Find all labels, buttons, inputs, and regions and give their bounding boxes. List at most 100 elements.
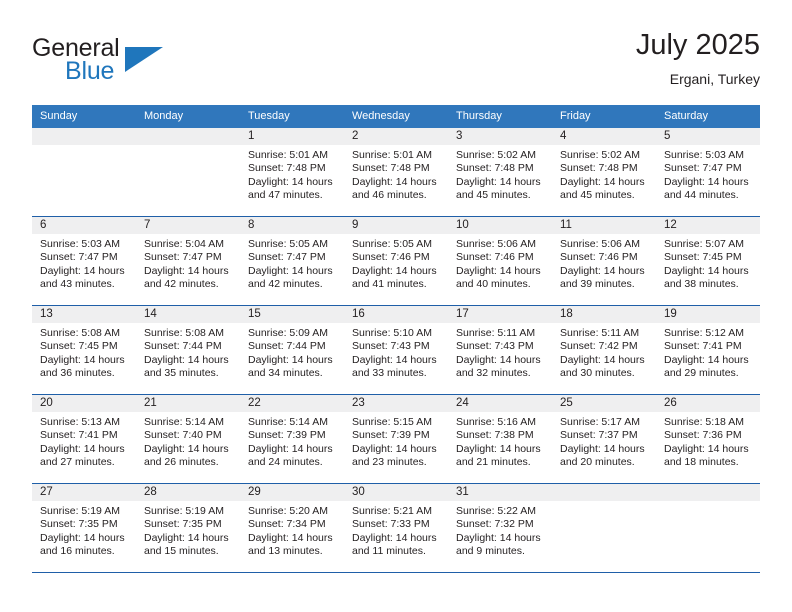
daylight-text-line1: Daylight: 14 hours — [248, 442, 333, 455]
weekday-header-sunday: Sunday — [32, 105, 136, 128]
daylight-text-line2: and 32 minutes. — [456, 367, 531, 380]
calendar-day-cell[interactable]: 30 Sunrise: 5:21 AM Sunset: 7:33 PM Dayligh… — [344, 483, 448, 572]
sunrise-text: Sunrise: 5:07 AM — [664, 238, 744, 250]
sunrise-text: Sunrise: 5:17 AM — [560, 416, 640, 428]
calendar-day-cell[interactable]: 16 Sunrise: 5:10 AM Sunset: 7:43 PM Dayligh… — [344, 305, 448, 395]
calendar-day-cell[interactable]: 2 Sunrise: 5:01 AM Sunset: 7:48 PM Daylight… — [344, 128, 448, 217]
day-details: Sunrise: 5:19 AM Sunset: 7:35 PM Daylight:… — [136, 501, 240, 559]
weekday-header-friday: Friday — [552, 105, 656, 128]
sunset-text: Sunset: 7:43 PM — [456, 340, 534, 353]
calendar-week-row: 1 Sunrise: 5:01 AM Sunset: 7:48 PM Daylight… — [32, 128, 760, 217]
calendar-day-cell[interactable]: 23 Sunrise: 5:15 AM Sunset: 7:39 PM Dayligh… — [344, 394, 448, 484]
sunrise-text: Sunrise: 5:06 AM — [456, 238, 536, 250]
calendar-day-cell[interactable]: 31 Sunrise: 5:22 AM Sunset: 7:32 PM Dayligh… — [448, 483, 552, 572]
daylight-text-line2: and 41 minutes. — [352, 278, 427, 291]
calendar-day-cell[interactable]: 26 Sunrise: 5:18 AM Sunset: 7:36 PM Dayligh… — [656, 394, 760, 484]
calendar-day-cell[interactable]: 5 Sunrise: 5:03 AM Sunset: 7:47 PM Daylight… — [656, 128, 760, 217]
daylight-text-line1: Daylight: 14 hours — [456, 264, 541, 277]
calendar-day-cell[interactable]: 12 Sunrise: 5:07 AM Sunset: 7:45 PM Dayligh… — [656, 216, 760, 306]
triangle-icon — [125, 47, 163, 72]
calendar-day-cell[interactable]: 3 Sunrise: 5:02 AM Sunset: 7:48 PM Daylight… — [448, 128, 552, 217]
calendar-day-cell[interactable]: 15 Sunrise: 5:09 AM Sunset: 7:44 PM Dayligh… — [240, 305, 344, 395]
calendar-day-cell[interactable]: 25 Sunrise: 5:17 AM Sunset: 7:37 PM Dayligh… — [552, 394, 656, 484]
daylight-text-line2: and 38 minutes. — [664, 278, 739, 291]
day-details: Sunrise: 5:21 AM Sunset: 7:33 PM Daylight:… — [344, 501, 448, 559]
calendar-day-cell[interactable]: 18 Sunrise: 5:11 AM Sunset: 7:42 PM Dayligh… — [552, 305, 656, 395]
calendar-day-cell[interactable]: 19 Sunrise: 5:12 AM Sunset: 7:41 PM Dayligh… — [656, 305, 760, 395]
calendar-day-cell[interactable]: 14 Sunrise: 5:08 AM Sunset: 7:44 PM Dayligh… — [136, 305, 240, 395]
daylight-text-line1: Daylight: 14 hours — [352, 442, 437, 455]
sunrise-text: Sunrise: 5:02 AM — [456, 149, 536, 161]
calendar-day-cell[interactable]: 29 Sunrise: 5:20 AM Sunset: 7:34 PM Dayligh… — [240, 483, 344, 572]
day-details: Sunrise: 5:14 AM Sunset: 7:39 PM Daylight:… — [240, 412, 344, 470]
calendar-day-cell[interactable]: 24 Sunrise: 5:16 AM Sunset: 7:38 PM Dayligh… — [448, 394, 552, 484]
calendar-page: General Blue July 2025 Ergani, Turkey Su… — [0, 0, 792, 612]
day-number: 12 — [656, 217, 760, 234]
day-number: 29 — [240, 484, 344, 501]
calendar-day-cell[interactable]: 28 Sunrise: 5:19 AM Sunset: 7:35 PM Dayligh… — [136, 483, 240, 572]
daylight-text-line1: Daylight: 14 hours — [560, 175, 645, 188]
weekday-header-tuesday: Tuesday — [240, 105, 344, 128]
day-number: 13 — [32, 306, 136, 323]
daylight-text-line2: and 36 minutes. — [40, 367, 115, 380]
sunrise-text: Sunrise: 5:08 AM — [144, 327, 224, 339]
day-number — [656, 484, 760, 501]
daylight-text-line2: and 15 minutes. — [144, 545, 219, 558]
calendar-day-cell[interactable]: 9 Sunrise: 5:05 AM Sunset: 7:46 PM Daylight… — [344, 216, 448, 306]
sunrise-text: Sunrise: 5:14 AM — [248, 416, 328, 428]
calendar-day-cell[interactable]: 6 Sunrise: 5:03 AM Sunset: 7:47 PM Daylight… — [32, 216, 136, 306]
weekday-header-thursday: Thursday — [448, 105, 552, 128]
day-details: Sunrise: 5:11 AM Sunset: 7:43 PM Daylight:… — [448, 323, 552, 381]
day-number — [32, 128, 136, 145]
daylight-text-line1: Daylight: 14 hours — [40, 531, 125, 544]
daylight-text-line2: and 27 minutes. — [40, 456, 115, 469]
day-number: 30 — [344, 484, 448, 501]
daylight-text-line1: Daylight: 14 hours — [560, 353, 645, 366]
day-number: 22 — [240, 395, 344, 412]
day-number: 25 — [552, 395, 656, 412]
daylight-text-line2: and 39 minutes. — [560, 278, 635, 291]
calendar-day-cell[interactable]: 27 Sunrise: 5:19 AM Sunset: 7:35 PM Dayligh… — [32, 483, 136, 572]
day-number: 7 — [136, 217, 240, 234]
daylight-text-line1: Daylight: 14 hours — [664, 442, 749, 455]
title-block: July 2025 Ergani, Turkey — [636, 28, 760, 89]
calendar-header-row: Sunday Monday Tuesday Wednesday Thursday… — [32, 105, 760, 128]
daylight-text-line2: and 40 minutes. — [456, 278, 531, 291]
calendar-day-cell[interactable]: 22 Sunrise: 5:14 AM Sunset: 7:39 PM Dayligh… — [240, 394, 344, 484]
day-number: 28 — [136, 484, 240, 501]
day-number: 18 — [552, 306, 656, 323]
day-number: 4 — [552, 128, 656, 145]
daylight-text-line1: Daylight: 14 hours — [144, 353, 229, 366]
day-number: 17 — [448, 306, 552, 323]
day-details: Sunrise: 5:05 AM Sunset: 7:47 PM Daylight:… — [240, 234, 344, 292]
daylight-text-line1: Daylight: 14 hours — [456, 442, 541, 455]
sunset-text: Sunset: 7:48 PM — [560, 162, 638, 175]
sunset-text: Sunset: 7:44 PM — [248, 340, 326, 353]
calendar-day-cell[interactable]: 10 Sunrise: 5:06 AM Sunset: 7:46 PM Dayligh… — [448, 216, 552, 306]
sunset-text: Sunset: 7:48 PM — [352, 162, 430, 175]
sunset-text: Sunset: 7:37 PM — [560, 429, 638, 442]
calendar-day-cell[interactable]: 13 Sunrise: 5:08 AM Sunset: 7:45 PM Dayligh… — [32, 305, 136, 395]
calendar-day-cell[interactable]: 8 Sunrise: 5:05 AM Sunset: 7:47 PM Daylight… — [240, 216, 344, 306]
day-number: 1 — [240, 128, 344, 145]
day-details: Sunrise: 5:04 AM Sunset: 7:47 PM Daylight:… — [136, 234, 240, 292]
calendar-day-cell[interactable]: 4 Sunrise: 5:02 AM Sunset: 7:48 PM Daylight… — [552, 128, 656, 217]
calendar-day-cell[interactable]: 11 Sunrise: 5:06 AM Sunset: 7:46 PM Dayligh… — [552, 216, 656, 306]
calendar-day-cell-empty — [656, 483, 760, 572]
calendar-day-cell-empty — [552, 483, 656, 572]
calendar-day-cell[interactable]: 20 Sunrise: 5:13 AM Sunset: 7:41 PM Dayligh… — [32, 394, 136, 484]
sunrise-text: Sunrise: 5:22 AM — [456, 505, 536, 517]
calendar-week-row: 27 Sunrise: 5:19 AM Sunset: 7:35 PM Dayligh… — [32, 483, 760, 572]
day-details: Sunrise: 5:01 AM Sunset: 7:48 PM Daylight:… — [240, 145, 344, 203]
calendar-day-cell-empty — [32, 128, 136, 217]
calendar-day-cell[interactable]: 17 Sunrise: 5:11 AM Sunset: 7:43 PM Dayligh… — [448, 305, 552, 395]
calendar-day-cell[interactable]: 1 Sunrise: 5:01 AM Sunset: 7:48 PM Daylight… — [240, 128, 344, 217]
daylight-text-line2: and 46 minutes. — [352, 189, 427, 202]
calendar-day-cell[interactable]: 7 Sunrise: 5:04 AM Sunset: 7:47 PM Daylight… — [136, 216, 240, 306]
sunrise-text: Sunrise: 5:11 AM — [456, 327, 536, 339]
day-number: 27 — [32, 484, 136, 501]
sunset-text: Sunset: 7:35 PM — [144, 518, 222, 531]
sunset-text: Sunset: 7:47 PM — [144, 251, 222, 264]
day-details: Sunrise: 5:13 AM Sunset: 7:41 PM Daylight:… — [32, 412, 136, 470]
calendar-day-cell[interactable]: 21 Sunrise: 5:14 AM Sunset: 7:40 PM Dayligh… — [136, 394, 240, 484]
